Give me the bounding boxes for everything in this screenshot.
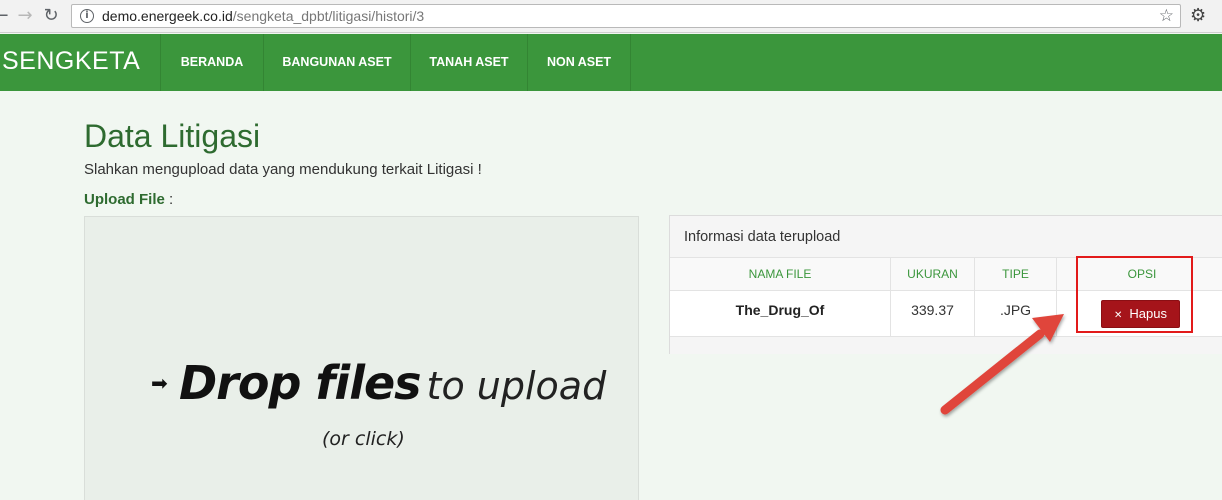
annotation-arrow [940, 314, 1064, 415]
annotation-arrow-shaft [940, 329, 1045, 415]
